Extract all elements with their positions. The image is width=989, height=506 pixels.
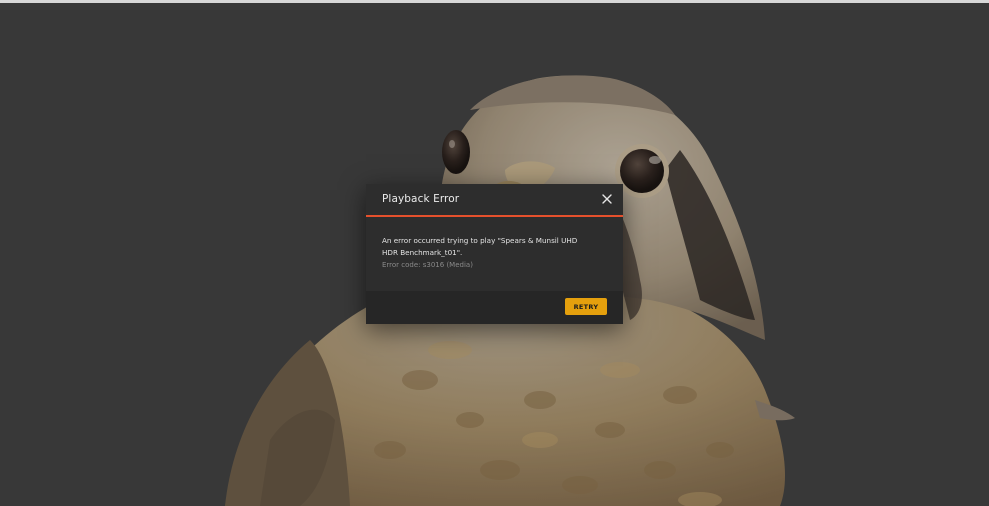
retry-button[interactable]: RETRY: [565, 298, 607, 315]
dialog-footer: RETRY: [366, 291, 623, 324]
error-code: Error code: s3016 (Media): [382, 261, 473, 269]
dialog-header: Playback Error: [366, 184, 623, 217]
playback-error-dialog: Playback Error An error occurred trying …: [366, 184, 623, 324]
dialog-body: An error occurred trying to play "Spears…: [366, 217, 623, 291]
error-message: An error occurred trying to play "Spears…: [382, 236, 578, 257]
close-icon[interactable]: [599, 191, 615, 207]
player-stage: Playback Error An error occurred trying …: [0, 0, 989, 506]
dialog-title: Playback Error: [382, 193, 460, 205]
